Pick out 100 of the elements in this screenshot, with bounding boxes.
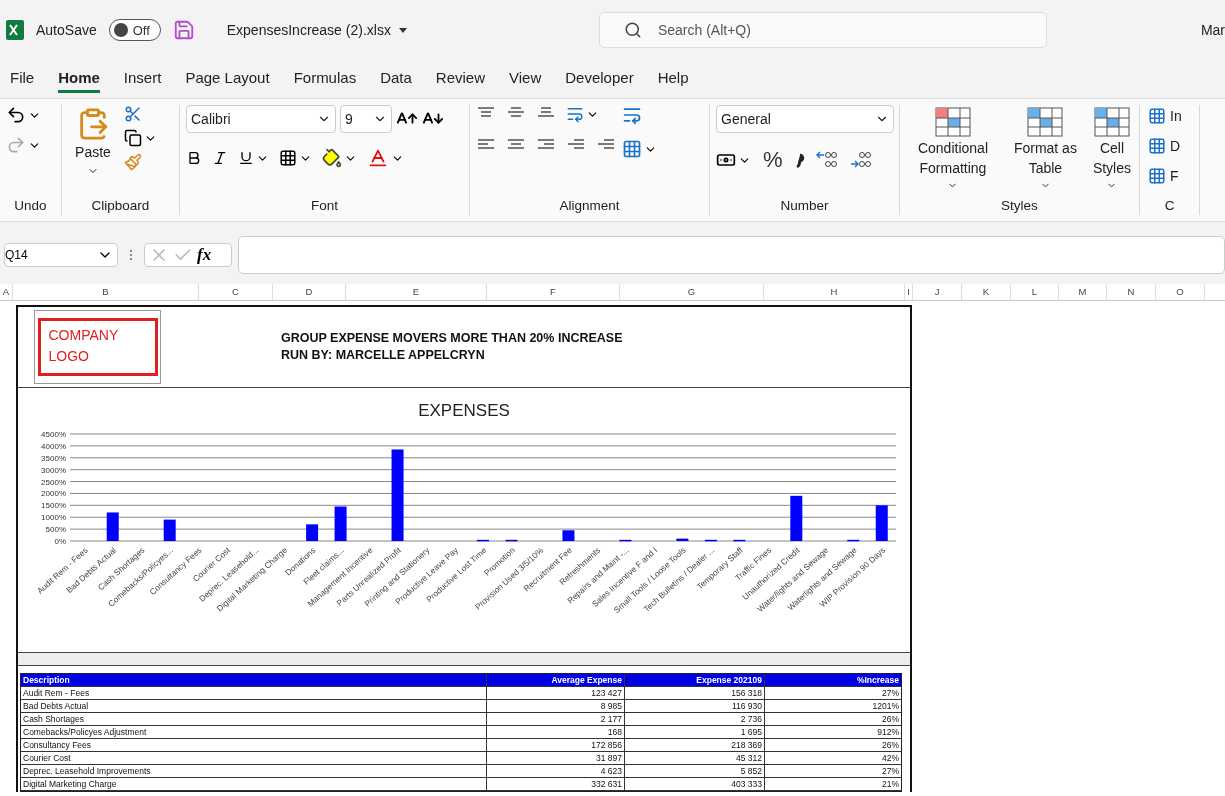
menu-tab[interactable]: View bbox=[509, 65, 542, 93]
cells-button[interactable]: F bbox=[1146, 165, 1184, 187]
name-box[interactable]: Q14 bbox=[4, 243, 118, 267]
axis-label: 1000% bbox=[41, 513, 66, 523]
table-cell: 116 930 bbox=[625, 700, 765, 712]
group-label: Number bbox=[779, 198, 830, 215]
menu-tab[interactable]: Review bbox=[435, 65, 485, 93]
table-cell: 31 897 bbox=[487, 752, 625, 764]
fill-color-icon[interactable] bbox=[322, 148, 342, 168]
group-label: Font bbox=[310, 198, 339, 215]
bold-icon[interactable] bbox=[186, 150, 202, 166]
format-painter-icon[interactable] bbox=[124, 153, 142, 171]
column-heading: Description bbox=[21, 674, 487, 686]
font-size-select[interactable]: 9 bbox=[340, 105, 392, 133]
group-label: Styles bbox=[1000, 198, 1039, 215]
table-cell: 2 177 bbox=[487, 713, 625, 725]
styles-button[interactable]: Format as Table bbox=[1005, 105, 1085, 194]
axis-label: 3000% bbox=[41, 465, 66, 475]
table-cell: 45 312 bbox=[625, 752, 765, 764]
file-name[interactable]: ExpensesIncrease (2).xlsx bbox=[226, 22, 391, 38]
column-header[interactable]: E bbox=[346, 284, 487, 300]
search-input[interactable]: Search (Alt+Q) bbox=[655, 21, 1046, 39]
table-cell: 156 318 bbox=[625, 687, 765, 699]
axis-label: 500% bbox=[45, 525, 66, 535]
bar bbox=[562, 530, 575, 541]
menu-tab[interactable]: File bbox=[10, 65, 35, 93]
column-header[interactable]: G bbox=[620, 284, 764, 300]
insert-function-button[interactable]: fx bbox=[197, 245, 212, 265]
undo-icon[interactable] bbox=[6, 105, 26, 125]
cells-button[interactable]: In bbox=[1146, 105, 1184, 127]
table-cell: 123 427 bbox=[487, 687, 625, 699]
menu-tab[interactable]: Insert bbox=[123, 65, 162, 93]
column-header[interactable]: A bbox=[0, 284, 13, 300]
table-cell: 5 852 bbox=[625, 765, 765, 777]
column-header[interactable]: F bbox=[487, 284, 620, 300]
styles-button[interactable]: Cell Styles bbox=[1090, 105, 1133, 194]
user-name[interactable]: Mar bbox=[1200, 22, 1225, 38]
column-header[interactable]: H bbox=[764, 284, 905, 300]
table-cell-text: 26% bbox=[881, 739, 900, 751]
borders-icon[interactable] bbox=[279, 149, 297, 167]
table-cell: 172 856 bbox=[487, 739, 625, 751]
column-header[interactable]: N bbox=[1107, 284, 1156, 300]
wrap-text-icon[interactable] bbox=[622, 105, 642, 125]
table-icon bbox=[1148, 107, 1166, 125]
axis-label: 1500% bbox=[41, 501, 66, 511]
paste-button[interactable]: Paste bbox=[68, 105, 118, 179]
column-heading: %Increase bbox=[855, 674, 900, 686]
column-header[interactable]: K bbox=[962, 284, 1011, 300]
column-heading: Expense 202109 bbox=[625, 674, 765, 686]
table-cell: Digital Marketing Charge bbox=[21, 778, 487, 790]
group-label: Alignment bbox=[558, 198, 621, 215]
axis-label: 4500% bbox=[41, 430, 66, 439]
autosave-toggle[interactable]: Off bbox=[108, 19, 161, 41]
column-header[interactable]: L bbox=[1011, 284, 1059, 300]
column-header[interactable]: D bbox=[273, 284, 346, 300]
bar bbox=[163, 519, 176, 541]
menu-tab[interactable]: Formulas bbox=[293, 65, 357, 93]
menu-tab[interactable]: Page Layout bbox=[185, 65, 270, 93]
search-field[interactable]: Search (Alt+Q) bbox=[598, 12, 1047, 48]
table-cell: 332 631 bbox=[487, 778, 625, 790]
caret-icon[interactable] bbox=[398, 27, 407, 33]
column-header[interactable]: C bbox=[199, 284, 273, 300]
report-heading: GROUP EXPENSE MOVERS MORE THAN 20% INCREASE bbox=[281, 330, 623, 347]
menu-tab[interactable]: Help bbox=[657, 65, 689, 93]
table-cell: 2 736 bbox=[625, 713, 765, 725]
group-label: Undo bbox=[13, 198, 48, 215]
cut-icon[interactable] bbox=[124, 105, 142, 123]
table-cell-text: 27% bbox=[881, 687, 900, 699]
menu-tab[interactable]: Home bbox=[58, 65, 100, 93]
table-cell: Consultancy Fees bbox=[21, 739, 487, 751]
cells-button[interactable]: D bbox=[1146, 135, 1184, 157]
save-icon[interactable] bbox=[172, 19, 195, 41]
search-icon[interactable] bbox=[623, 21, 642, 39]
column-header[interactable]: M bbox=[1059, 284, 1107, 300]
column-header[interactable]: J bbox=[913, 284, 962, 300]
column-header[interactable]: B bbox=[13, 284, 199, 300]
bar bbox=[334, 506, 347, 541]
menu-tab[interactable]: Developer bbox=[565, 65, 634, 93]
table-style-icon bbox=[934, 107, 971, 137]
italic-icon[interactable] bbox=[212, 150, 228, 166]
table-cell: 4 623 bbox=[487, 765, 625, 777]
percent-button[interactable]: % bbox=[761, 145, 785, 175]
table-icon bbox=[1148, 137, 1166, 155]
table-cell: Audit Rem - Fees bbox=[21, 687, 487, 699]
underline-icon[interactable] bbox=[238, 150, 254, 166]
styles-button[interactable]: Conditional Formatting bbox=[906, 105, 1000, 194]
table-cell-text: 1201% bbox=[871, 700, 900, 712]
copy-icon[interactable] bbox=[124, 129, 142, 147]
font-color-icon[interactable] bbox=[367, 147, 389, 169]
comma-style-icon[interactable] bbox=[794, 151, 805, 169]
number-format-select[interactable]: General bbox=[716, 105, 894, 133]
font-name-select[interactable]: Calibri bbox=[186, 105, 336, 133]
column-header[interactable]: I bbox=[905, 284, 913, 300]
report-author: RUN BY: MARCELLE APPELCRYN bbox=[281, 347, 486, 364]
formula-input[interactable] bbox=[238, 236, 1225, 274]
group-label: C bbox=[1163, 198, 1176, 215]
column-header[interactable]: O bbox=[1156, 284, 1205, 300]
bar bbox=[106, 512, 119, 541]
bar bbox=[477, 539, 489, 542]
menu-tab[interactable]: Data bbox=[380, 65, 412, 93]
